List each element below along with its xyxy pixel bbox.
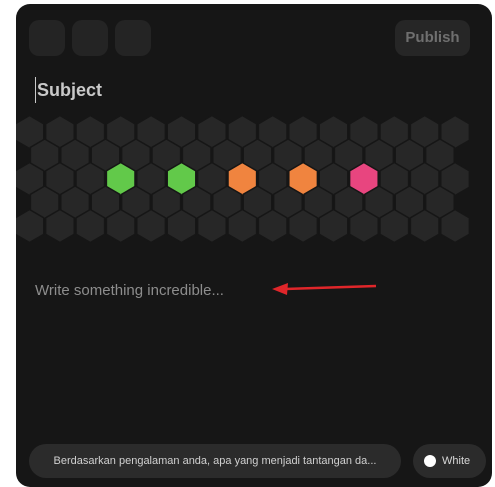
hex-cell[interactable] <box>409 208 440 244</box>
prompt-suggestion-button[interactable]: Berdasarkan pengalaman anda, apa yang me… <box>29 444 401 478</box>
hex-cell[interactable] <box>318 208 349 244</box>
compose-panel: Publish Subject Write something incredib… <box>16 4 492 487</box>
mood-hex-grid[interactable] <box>16 4 492 487</box>
hex-cell[interactable] <box>288 208 319 244</box>
hex-cell[interactable] <box>348 208 379 244</box>
hex-cell[interactable] <box>257 208 288 244</box>
hex-cell[interactable] <box>440 208 471 244</box>
hex-cell[interactable] <box>136 208 167 244</box>
hex-cell[interactable] <box>227 208 258 244</box>
hex-cell[interactable] <box>75 208 106 244</box>
hex-cell[interactable] <box>44 208 75 244</box>
hex-cell[interactable] <box>379 208 410 244</box>
body-input[interactable]: Write something incredible... <box>35 280 224 302</box>
hex-cell[interactable] <box>105 208 136 244</box>
hex-cell[interactable] <box>196 208 227 244</box>
hex-cell[interactable] <box>166 208 197 244</box>
theme-toggle[interactable]: White <box>413 444 486 478</box>
theme-label: White <box>442 455 471 467</box>
theme-dot-icon <box>424 455 436 467</box>
